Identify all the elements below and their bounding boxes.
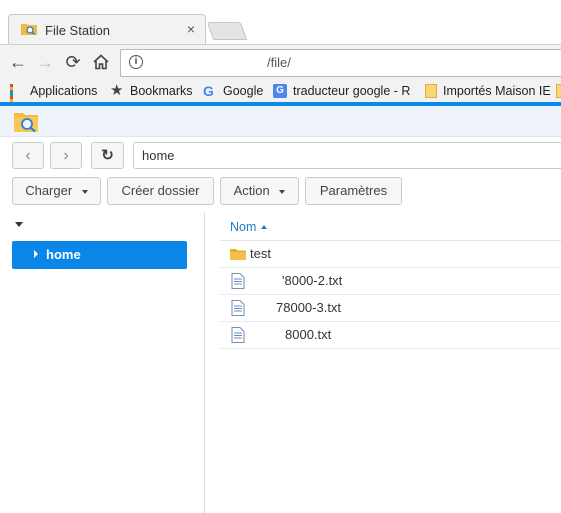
text-file-icon	[231, 327, 245, 343]
bookmark-bookmarks[interactable]: ★ Bookmarks	[110, 82, 193, 100]
tree-item-home[interactable]: home	[12, 241, 187, 269]
google-icon: G	[203, 83, 214, 99]
info-icon[interactable]: i	[129, 55, 143, 69]
file-name: 8000.txt	[285, 327, 332, 342]
create-folder-button[interactable]: Créer dossier	[107, 177, 214, 205]
chevron-right-icon: ›	[63, 147, 69, 164]
browser-toolbar: ← → ⟳ i /file/	[0, 44, 561, 81]
column-header-label: Nom	[230, 220, 257, 234]
bookmark-google[interactable]: G Google	[203, 82, 263, 100]
bookmark-applications[interactable]: Applications	[10, 82, 98, 111]
bookmark-label: Google	[223, 84, 264, 98]
pane-divider[interactable]	[204, 212, 205, 513]
upload-button[interactable]: Charger	[12, 177, 101, 205]
browser-tabstrip: File Station ×	[0, 0, 561, 45]
settings-label: Paramètres	[319, 183, 388, 198]
file-name: '8000-2.txt	[282, 273, 343, 288]
list-item[interactable]: 78000-3.txt	[220, 295, 561, 322]
address-bar[interactable]: i /file/	[120, 49, 561, 77]
path-field[interactable]: home	[133, 142, 561, 169]
bookmark-more[interactable]	[556, 82, 561, 100]
bookmark-label: traducteur google - R	[293, 84, 411, 98]
list-item[interactable]: test	[220, 241, 561, 268]
bookmark-label: Bookmarks	[130, 84, 193, 98]
bookmarks-bar: Applications ★ Bookmarks G Google G trad…	[0, 80, 561, 111]
bookmark-label: Applications	[30, 84, 98, 98]
action-button[interactable]: Action	[220, 177, 299, 205]
bookmark-translate[interactable]: G traducteur google - R	[273, 82, 410, 100]
apps-grid-icon	[10, 84, 24, 111]
refresh-button[interactable]: ↻	[91, 142, 124, 169]
folder-icon	[230, 249, 246, 260]
chevron-left-icon: ‹	[25, 147, 31, 164]
tab-title: File Station	[45, 23, 111, 38]
reload-icon[interactable]: ⟳	[62, 51, 84, 73]
browser-tab-file-station[interactable]: File Station ×	[8, 14, 206, 45]
file-station-icon	[14, 113, 38, 132]
tree-item-label: home	[46, 247, 81, 262]
back-button[interactable]: ‹	[12, 142, 44, 169]
refresh-icon: ↻	[101, 147, 114, 164]
folder-icon	[556, 84, 561, 98]
file-name: test	[250, 246, 271, 261]
address-url: /file/	[267, 55, 291, 70]
expand-arrow-icon[interactable]	[34, 250, 38, 258]
action-label: Action	[233, 183, 270, 198]
caret-down-icon	[81, 189, 88, 194]
tab-close-icon[interactable]: ×	[187, 21, 195, 37]
home-icon[interactable]	[90, 51, 112, 73]
tree-collapse-icon[interactable]	[15, 222, 23, 227]
sort-ascending-icon	[261, 225, 267, 229]
upload-label: Charger	[25, 183, 73, 198]
settings-button[interactable]: Paramètres	[305, 177, 402, 205]
column-header-name[interactable]: Nom	[220, 213, 561, 241]
list-item[interactable]: '8000-2.txt	[220, 268, 561, 295]
folder-search-icon	[21, 24, 37, 35]
create-folder-label: Créer dossier	[121, 183, 200, 198]
file-name: 78000-3.txt	[276, 300, 342, 315]
new-tab-button[interactable]	[206, 22, 248, 40]
caret-down-icon	[279, 189, 286, 194]
text-file-icon	[231, 273, 245, 289]
translate-icon: G	[273, 84, 287, 98]
forward-arrow-icon[interactable]: →	[34, 51, 56, 73]
folder-icon	[425, 84, 437, 98]
bookmark-label: Importés Maison IE	[443, 84, 551, 98]
list-item[interactable]: 8000.txt	[220, 322, 561, 349]
bookmark-importes[interactable]: Importés Maison IE	[425, 82, 551, 100]
text-file-icon	[231, 300, 245, 316]
star-icon: ★	[110, 82, 124, 99]
forward-button[interactable]: ›	[50, 142, 82, 169]
back-arrow-icon[interactable]: ←	[7, 51, 29, 73]
app-header	[0, 106, 561, 137]
